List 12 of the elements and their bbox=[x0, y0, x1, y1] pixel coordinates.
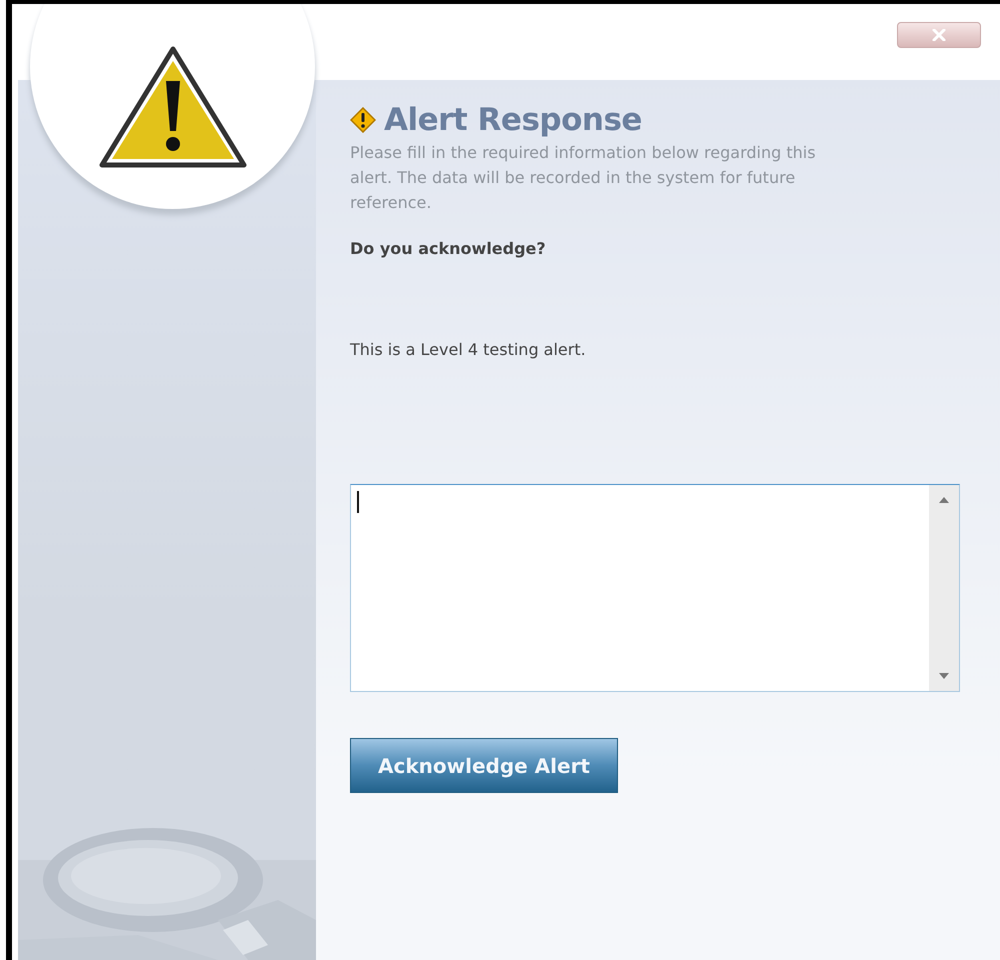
description-text: Please fill in the required information below regarding this alert. The data will be recorded in the system for future reference. bbox=[350, 142, 817, 214]
scroll-up-icon[interactable] bbox=[939, 497, 949, 503]
question-text: Do you acknowledge? bbox=[350, 239, 547, 258]
close-icon bbox=[932, 29, 946, 41]
warning-icon bbox=[350, 107, 376, 133]
acknowledge-button[interactable]: Acknowledge Alert bbox=[350, 738, 618, 793]
response-field[interactable] bbox=[350, 484, 960, 692]
close-button[interactable] bbox=[897, 22, 981, 48]
scrollbar[interactable] bbox=[929, 485, 959, 691]
alert-message: This is a Level 4 testing alert. bbox=[350, 340, 587, 359]
dialog-title: Alert Response bbox=[384, 102, 642, 138]
scroll-down-icon[interactable] bbox=[939, 673, 949, 679]
